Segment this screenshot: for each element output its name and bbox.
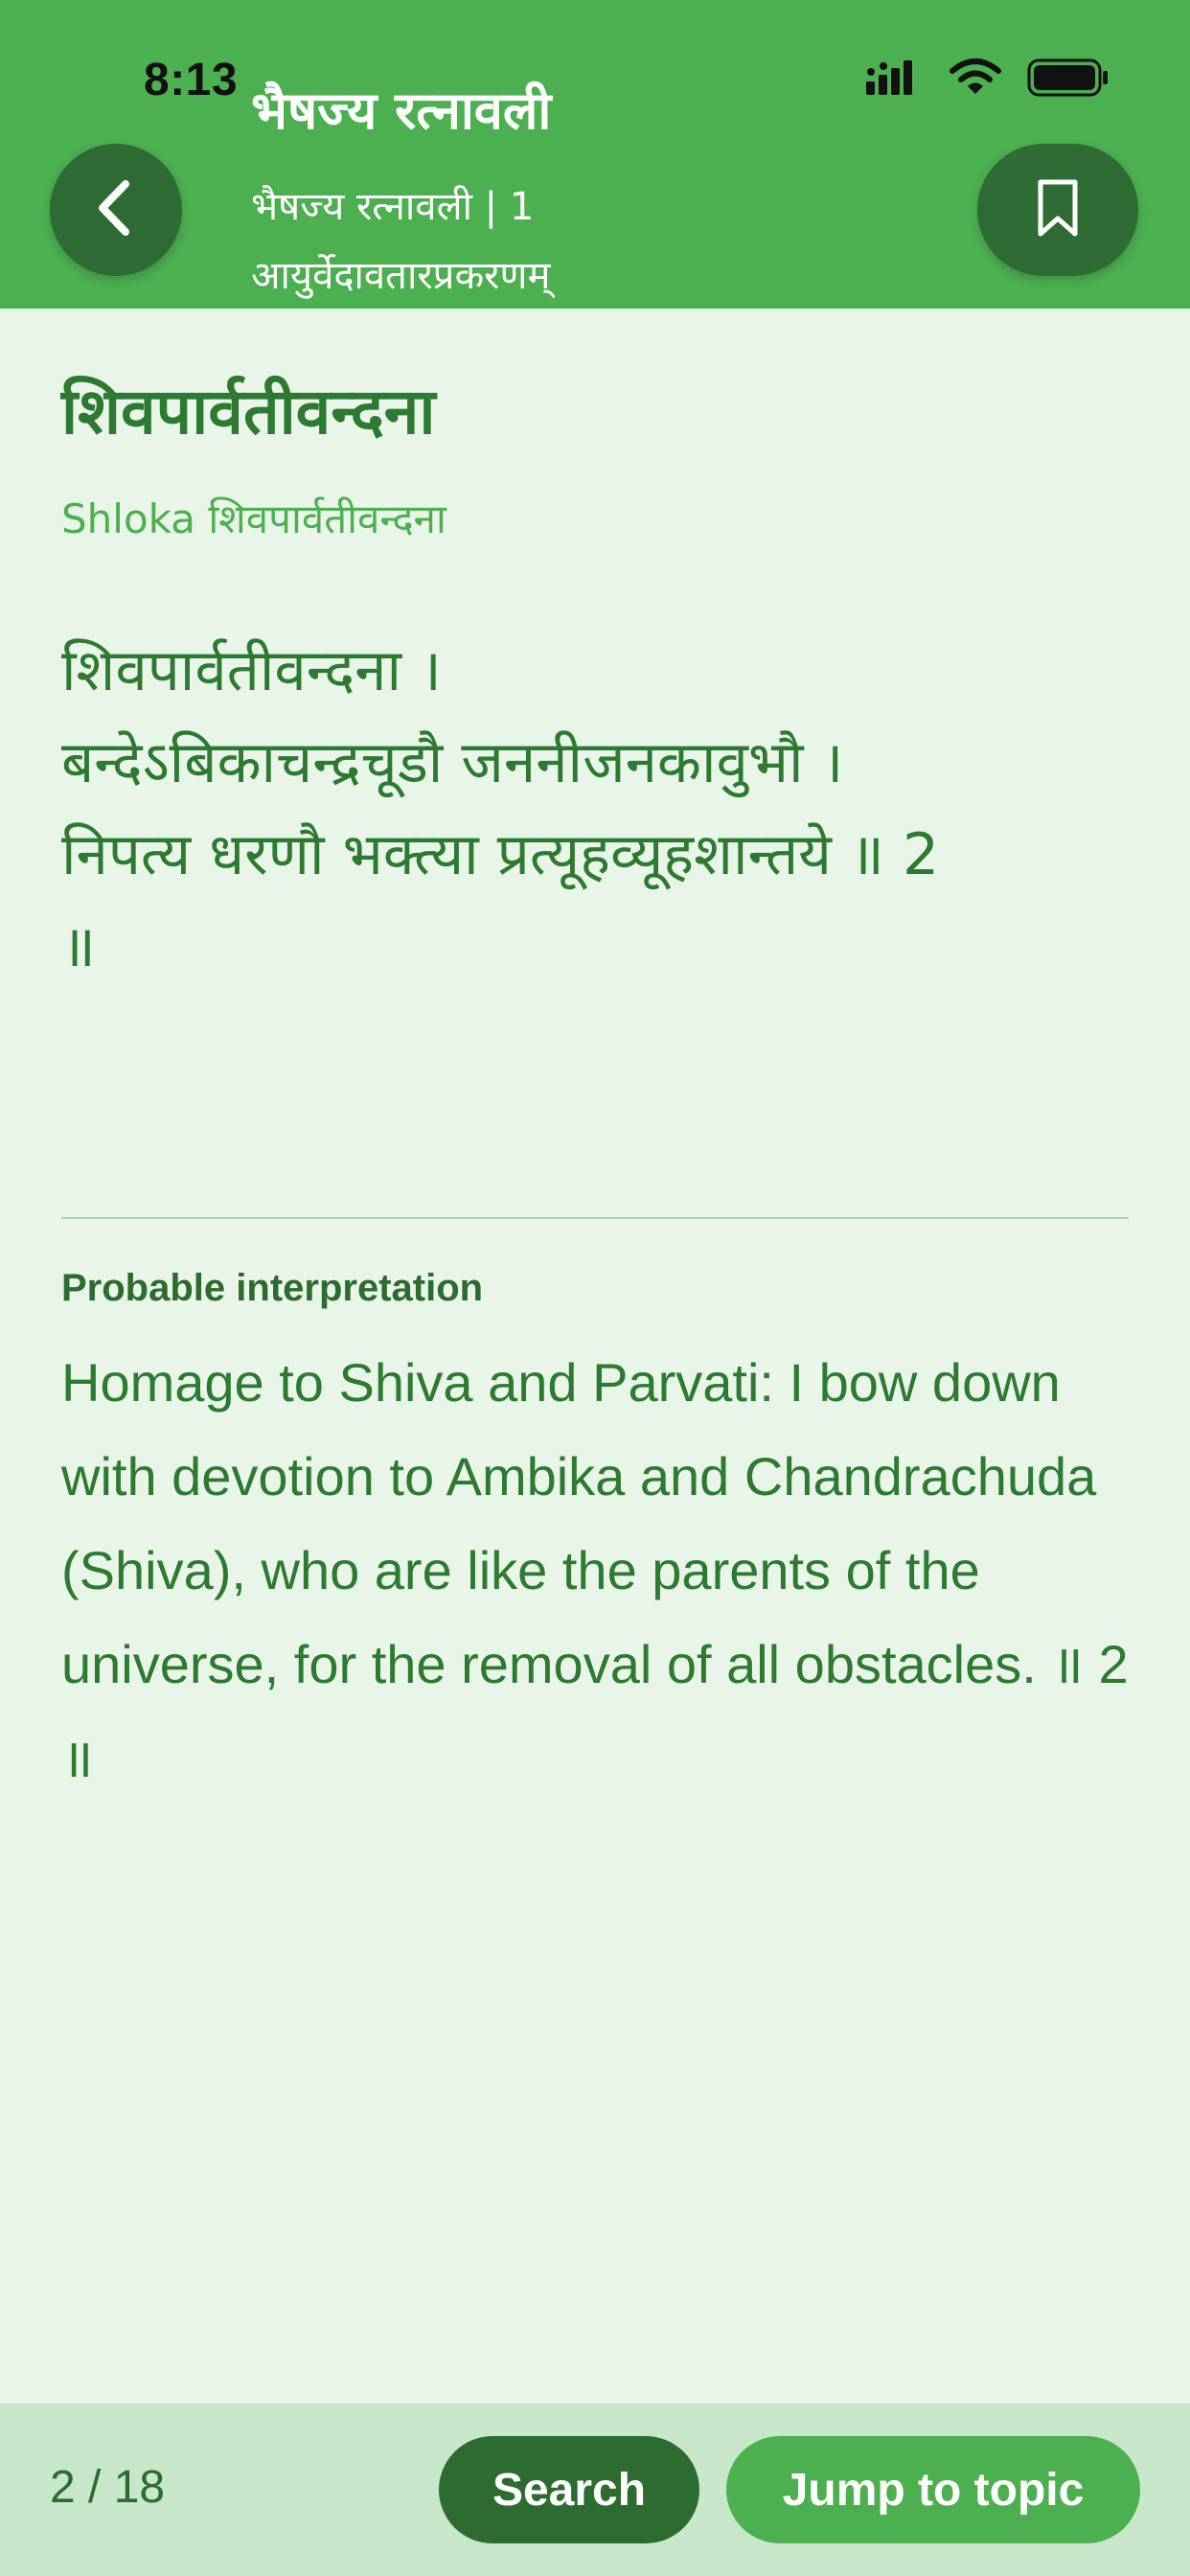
shloka-label: Shloka शिवपार्वतीवन्दना [61, 495, 446, 542]
bookmark-icon [1033, 178, 1083, 242]
divider [61, 1217, 1129, 1219]
interpretation-label: Probable interpretation [61, 1267, 484, 1309]
verse-line: निपत्य धरणौ भक्त्या प्रत्यूहव्यूहशान्तये… [61, 821, 940, 888]
page-counter: 2 / 18 [50, 2462, 166, 2513]
verse-line: बन्देऽबिकाचन्द्रचूडौ जननीजनकावुभौ । [61, 729, 844, 796]
verse-line: ॥ [61, 913, 96, 980]
chevron-left-icon [87, 174, 145, 245]
wifi-icon [949, 58, 1002, 102]
jump-to-topic-button[interactable]: Jump to topic [726, 2436, 1140, 2543]
verse-line: शिवपार्वतीवन्दना । [61, 637, 442, 704]
battery-icon [1027, 58, 1110, 102]
section-subtitle: आयुर्वेदावतारप्रकरणम् [251, 254, 551, 298]
app-title: भैषज्य रत्नावली [251, 80, 552, 141]
back-button[interactable] [50, 144, 182, 276]
app-header: 8:13 भैषज्य रत्नावली भैषज्य रत्नावली | 1… [0, 0, 1190, 309]
status-time: 8:13 [144, 55, 239, 105]
search-button[interactable]: Search [439, 2436, 699, 2543]
topic-title: शिवपार्वतीवन्दना [61, 375, 436, 448]
cellular-signal-icon [864, 58, 924, 101]
verse-text: शिवपार्वतीवन्दना । बन्देऽबिकाचन्द्रचूडौ … [61, 625, 1129, 993]
bookmark-button[interactable] [977, 144, 1138, 276]
interpretation-text: Homage to Shiva and Parvati: I bow down … [61, 1352, 1129, 1788]
status-icons [864, 58, 1110, 102]
book-chapter-subtitle: भैषज्य रत्नावली | 1 [251, 185, 535, 229]
bottom-bar: 2 / 18 Search Jump to topic [0, 2404, 1190, 2576]
